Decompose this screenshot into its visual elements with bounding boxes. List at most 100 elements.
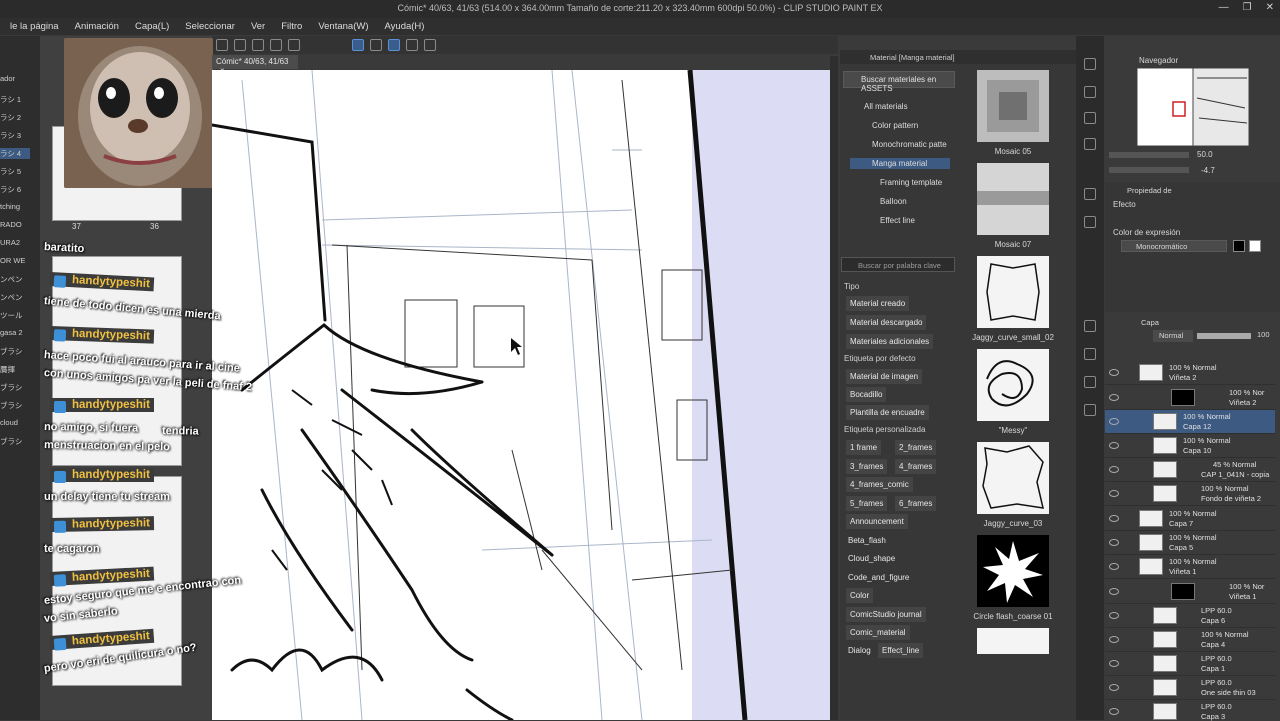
drawing-canvas[interactable] — [212, 70, 830, 720]
subtool-item[interactable]: ラシ 2 — [0, 112, 30, 123]
tag-button[interactable]: Material de imagen — [846, 369, 923, 384]
tag-button[interactable]: 3_frames — [846, 459, 888, 474]
navigator-preview[interactable] — [1136, 67, 1250, 147]
tag-button[interactable]: 4_frames — [895, 459, 937, 474]
tag-button[interactable]: Code_and_figure — [844, 570, 913, 585]
tag-button[interactable]: 1 frame — [846, 440, 882, 455]
maximize-button[interactable]: ❐ — [1243, 2, 1252, 13]
visibility-eye-icon[interactable] — [1109, 515, 1119, 522]
close-button[interactable]: ✕ — [1266, 2, 1274, 13]
brush-size-icon[interactable] — [1084, 216, 1096, 228]
menu-filter[interactable]: Filtro — [281, 21, 302, 32]
tree-item[interactable]: Monochromatic patte — [872, 140, 947, 149]
tag-button[interactable]: 4_frames_comic — [846, 477, 913, 492]
material-thumbnail[interactable] — [977, 442, 1049, 514]
tag-button[interactable]: Color — [846, 588, 874, 603]
visibility-eye-icon[interactable] — [1109, 612, 1119, 619]
zoom-slider[interactable] — [1109, 152, 1189, 158]
visibility-eye-icon[interactable] — [1109, 442, 1119, 449]
blend-mode-select[interactable]: Normal — [1153, 330, 1193, 342]
layer-row[interactable]: LPP 60.0 Capa 1 — [1105, 652, 1275, 676]
layer-row[interactable]: 100 % Normal Capa 7 — [1105, 507, 1275, 531]
subtool-item[interactable]: ラシ 6 — [0, 184, 30, 195]
subtool-item[interactable]: ラシ 5 — [0, 166, 30, 177]
tag-button[interactable]: Dialog — [844, 643, 875, 658]
expression-color-select[interactable]: Monocromático — [1121, 240, 1227, 252]
layer-row[interactable]: 100 % Normal Viñeta 1 — [1105, 555, 1275, 579]
tag-button[interactable]: Material creado — [846, 296, 910, 311]
layer-row[interactable]: 45 % Normal CAP 1_041N - copia — [1105, 458, 1275, 482]
opacity-slider[interactable] — [1197, 333, 1251, 339]
tag-button[interactable]: Materiales adicionales — [846, 334, 934, 349]
tree-item[interactable]: All materials — [864, 102, 908, 111]
subtool-item[interactable]: ンペン — [0, 292, 30, 303]
visibility-eye-icon[interactable] — [1109, 708, 1119, 715]
layer-icon[interactable] — [1084, 320, 1096, 332]
subtool-item[interactable]: ador — [0, 74, 30, 83]
snap-special-icon[interactable] — [370, 39, 382, 51]
visibility-eye-icon[interactable] — [1109, 588, 1119, 595]
menu-animation[interactable]: Animación — [75, 21, 119, 32]
search-assets-button[interactable]: Buscar materiales en ASSETS — [843, 71, 955, 93]
tree-item[interactable]: Framing template — [880, 178, 942, 187]
properties-icon[interactable] — [1084, 188, 1096, 200]
layer-row[interactable]: LPP 60.0 One side thin 03 — [1105, 676, 1275, 700]
visibility-eye-icon[interactable] — [1109, 539, 1119, 546]
layer-row[interactable]: 100 % Normal Viñeta 2 — [1105, 361, 1275, 385]
tag-button[interactable]: 2_frames — [895, 440, 937, 455]
tag-button[interactable]: Announcement — [846, 514, 908, 529]
snap-ruler-icon[interactable] — [352, 39, 364, 51]
tag-button[interactable]: Effect_line — [878, 643, 924, 658]
animation-icon[interactable] — [1084, 404, 1096, 416]
black-swatch[interactable] — [1233, 240, 1245, 252]
visibility-eye-icon[interactable] — [1109, 563, 1119, 570]
clear-icon[interactable] — [252, 39, 264, 51]
subview-icon[interactable] — [1084, 86, 1096, 98]
visibility-eye-icon[interactable] — [1109, 684, 1119, 691]
tag-button[interactable]: Comic_material — [846, 625, 910, 640]
subtool-item[interactable]: gasa 2 — [0, 328, 30, 337]
subtool-item[interactable]: ブラシ — [0, 400, 30, 411]
subtool-item[interactable]: ブラシ — [0, 346, 30, 357]
settings-icon[interactable] — [406, 39, 418, 51]
tag-button[interactable]: 5_frames — [846, 496, 888, 511]
subtool-item[interactable]: tching — [0, 202, 30, 211]
tag-button[interactable]: Beta_flash — [844, 533, 890, 548]
visibility-eye-icon[interactable] — [1109, 418, 1119, 425]
tree-item[interactable]: Effect line — [880, 216, 915, 225]
menu-page[interactable]: le la página — [10, 21, 59, 32]
menu-window[interactable]: Ventana(W) — [318, 21, 368, 32]
menu-select[interactable]: Seleccionar — [185, 21, 235, 32]
info-icon[interactable] — [1084, 112, 1096, 124]
subtool-item[interactable]: URA2 — [0, 238, 30, 247]
subtool-item[interactable]: ブラシ — [0, 436, 30, 447]
tag-button[interactable]: Plantilla de encuadre — [846, 405, 929, 420]
canvas-scrollbar[interactable] — [830, 56, 838, 720]
white-swatch[interactable] — [1249, 240, 1261, 252]
material-thumbnail[interactable] — [977, 535, 1049, 607]
subtool-item[interactable]: ツール — [0, 310, 30, 321]
subtool-item[interactable]: ブラシ — [0, 382, 30, 393]
undo-icon[interactable] — [216, 39, 228, 51]
tree-item[interactable]: Color pattern — [872, 121, 918, 130]
tag-button[interactable]: Material descargado — [846, 315, 927, 330]
material-thumbnail[interactable] — [977, 628, 1049, 654]
transform-icon[interactable] — [270, 39, 282, 51]
visibility-eye-icon[interactable] — [1109, 490, 1119, 497]
layer-row-selected[interactable]: 100 % Normal Capa 12 — [1105, 410, 1275, 434]
visibility-eye-icon[interactable] — [1109, 394, 1119, 401]
layer-row[interactable]: 100 % Normal Capa 5 — [1105, 531, 1275, 555]
layer-row[interactable]: 100 % Normal Fondo de viñeta 2 — [1105, 482, 1275, 506]
canvas-tab[interactable]: Cómic* 40/63, 41/63 × — [212, 55, 298, 75]
crop-icon[interactable] — [288, 39, 300, 51]
tag-button[interactable]: Cloud_shape — [844, 551, 899, 566]
layer-row[interactable]: LPP 60.0 Capa 3 — [1105, 700, 1275, 721]
menu-layer[interactable]: Capa(L) — [135, 21, 169, 32]
layer-folder-row[interactable]: 100 % Nor Viñeta 1 — [1105, 580, 1275, 604]
layer-row[interactable]: 100 % Normal Capa 10 — [1105, 434, 1275, 458]
search-layer-icon[interactable] — [1084, 376, 1096, 388]
keyword-search-input[interactable]: Buscar por palabra clave — [841, 257, 955, 272]
help-icon[interactable] — [424, 39, 436, 51]
visibility-eye-icon[interactable] — [1109, 369, 1119, 376]
layer-property-icon[interactable] — [1084, 348, 1096, 360]
